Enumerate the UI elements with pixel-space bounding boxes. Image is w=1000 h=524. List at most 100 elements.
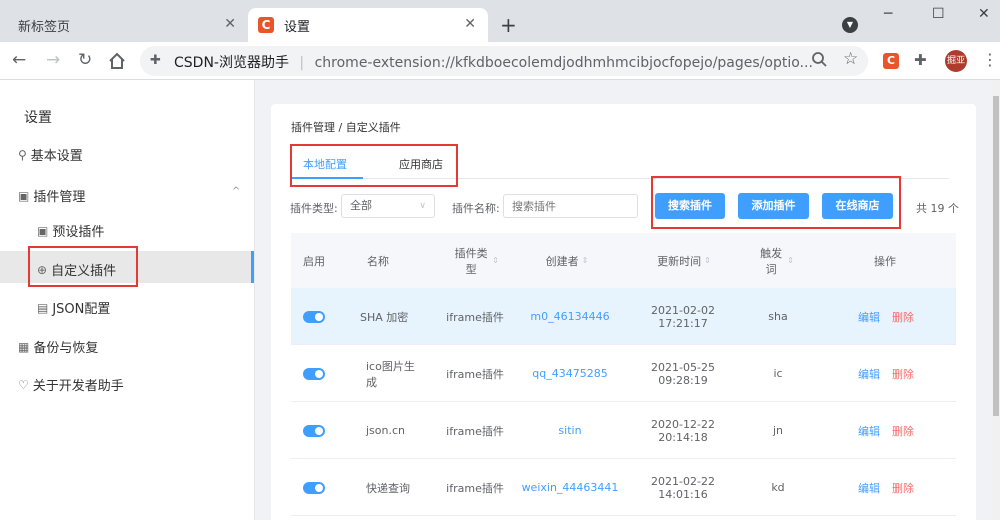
edit-button[interactable]: 编辑 xyxy=(854,459,884,516)
sidebar-item-label: 插件管理 xyxy=(33,190,86,205)
sidebar-item-preset-plugins[interactable]: ▣ 预设插件 xyxy=(37,221,105,241)
plugin-name-search-input[interactable] xyxy=(503,194,638,218)
column-header-actions: 操作 xyxy=(874,254,896,268)
column-label: 更新时间 xyxy=(657,254,702,268)
back-arrow-icon[interactable]: ← xyxy=(12,50,26,70)
reload-icon[interactable]: ↻ xyxy=(78,50,92,70)
row-time: 14:01:16 xyxy=(658,487,708,501)
sort-icon[interactable]: ⇕ xyxy=(787,256,794,265)
box-icon: ▣ xyxy=(37,223,49,238)
csdn-favicon-icon: C xyxy=(258,17,274,33)
csdn-extension-icon[interactable]: C xyxy=(883,53,899,69)
row-type: iframe插件 xyxy=(446,481,504,495)
close-icon[interactable]: ✕ xyxy=(224,16,236,32)
column-label: 创建者 xyxy=(545,254,579,268)
chevron-down-icon: ∨ xyxy=(419,201,426,211)
sort-icon[interactable]: ⇕ xyxy=(582,256,589,265)
row-date: 2021-02-22 xyxy=(651,474,715,488)
window-close-icon[interactable]: ✕ xyxy=(978,6,990,22)
profile-avatar[interactable]: 掘亚 xyxy=(945,50,967,72)
row-trigger: jn xyxy=(772,424,784,437)
sidebar-item-label: 关于开发者助手 xyxy=(32,379,124,394)
sidebar-title: 设置 xyxy=(24,110,52,126)
home-icon[interactable] xyxy=(108,52,126,70)
sidebar-active-indicator xyxy=(251,251,254,283)
plugin-type-select[interactable]: 全部 ∨ xyxy=(341,194,435,218)
column-header-creator[interactable]: 创建者 ⇕ xyxy=(528,233,606,288)
separator: | xyxy=(299,55,305,71)
plugin-name-label: 插件名称: xyxy=(452,202,500,215)
site-name: CSDN-浏览器助手 xyxy=(174,55,289,71)
annotation-box-tabs xyxy=(290,144,458,187)
enable-toggle[interactable] xyxy=(303,310,325,323)
sidebar-item-backup-restore[interactable]: ▦ 备份与恢复 xyxy=(18,337,98,357)
row-trigger: sha xyxy=(768,310,788,323)
row-creator-link[interactable]: sitin xyxy=(520,402,620,459)
row-creator-link[interactable]: weixin_44463441 xyxy=(520,459,620,516)
extension-puzzle-icon: ✚ xyxy=(150,53,161,68)
sidebar-item-json-config[interactable]: ▤ JSON配置 xyxy=(37,298,111,318)
enable-toggle[interactable] xyxy=(303,424,325,437)
column-label: 触发词 xyxy=(760,246,783,276)
column-header-type[interactable]: 插件类型 ⇕ xyxy=(444,233,508,288)
zoom-icon[interactable] xyxy=(811,51,827,67)
forward-arrow-icon[interactable]: → xyxy=(46,50,60,70)
browser-tab-settings[interactable]: C 设置 ✕ xyxy=(248,8,488,42)
row-name: SHA 加密 xyxy=(360,310,409,324)
chevron-up-icon[interactable]: ^ xyxy=(232,186,240,197)
edit-button[interactable]: 编辑 xyxy=(854,288,884,345)
sidebar-item-basic-settings[interactable]: ⚲ 基本设置 xyxy=(18,145,83,165)
search-icon: ⚲ xyxy=(18,147,27,162)
sidebar-item-label: 预设插件 xyxy=(52,225,105,240)
row-date: 2020-12-22 xyxy=(651,417,715,431)
extensions-puzzle-icon[interactable]: ✚ xyxy=(914,51,927,69)
close-icon[interactable]: ✕ xyxy=(464,16,476,32)
more-menu-icon[interactable]: ⋮ xyxy=(982,50,998,69)
bookmark-star-icon[interactable]: ☆ xyxy=(843,49,858,69)
url-text: chrome-extension://kfkdboecolemdjodhmhmc… xyxy=(314,55,813,71)
sidebar-item-plugin-management[interactable]: ▣ 插件管理 xyxy=(18,186,86,206)
maximize-icon[interactable]: ☐ xyxy=(932,6,945,22)
delete-button[interactable]: 删除 xyxy=(888,288,918,345)
edit-button[interactable]: 编辑 xyxy=(854,402,884,459)
tab-label: 新标签页 xyxy=(18,19,71,35)
row-toggle-cell xyxy=(291,288,337,345)
row-name: json.cn xyxy=(366,424,406,437)
new-tab-plus-icon[interactable]: + xyxy=(500,13,517,37)
column-label: 插件类型 xyxy=(454,246,488,276)
delete-button[interactable]: 删除 xyxy=(888,459,918,516)
row-name: ico图片生成 xyxy=(366,359,415,389)
row-updated: 2021-05-25 09:28:19 xyxy=(640,345,726,402)
enable-toggle[interactable] xyxy=(303,481,325,494)
row-time: 20:14:18 xyxy=(658,430,708,444)
annotation-box-buttons xyxy=(651,176,901,229)
tab-search-chevron-icon[interactable]: ▼ xyxy=(842,17,858,33)
box-icon: ▣ xyxy=(18,188,30,203)
row-toggle-cell xyxy=(291,402,337,459)
tab-label: 设置 xyxy=(284,19,311,35)
edit-button[interactable]: 编辑 xyxy=(854,345,884,402)
column-header-trigger[interactable]: 触发词 ⇕ xyxy=(748,233,804,288)
sidebar-item-label: JSON配置 xyxy=(52,302,111,317)
delete-button[interactable]: 删除 xyxy=(888,345,918,402)
row-type: iframe插件 xyxy=(446,367,504,381)
backup-icon: ▦ xyxy=(18,339,30,354)
delete-button[interactable]: 删除 xyxy=(888,402,918,459)
browser-tab-new-tab[interactable]: 新标签页 ✕ xyxy=(8,8,248,42)
column-header-updated[interactable]: 更新时间 ⇕ xyxy=(646,233,722,288)
sort-icon[interactable]: ⇕ xyxy=(704,256,711,265)
omnibox-text: CSDN-浏览器助手 | chrome-extension://kfkdboec… xyxy=(174,52,813,72)
minimize-icon[interactable]: ─ xyxy=(884,6,892,22)
bulb-icon: ♡ xyxy=(18,377,29,392)
scrollbar-thumb[interactable] xyxy=(993,96,999,416)
row-type: iframe插件 xyxy=(446,310,504,324)
enable-toggle[interactable] xyxy=(303,367,325,380)
annotation-box-custom-plugin xyxy=(28,246,138,287)
sort-icon[interactable]: ⇕ xyxy=(492,256,499,265)
row-time: 09:28:19 xyxy=(658,373,708,387)
sidebar-item-about[interactable]: ♡ 关于开发者助手 xyxy=(18,375,124,395)
row-name: 快递查询 xyxy=(366,481,410,495)
row-creator-link[interactable]: m0_46134446 xyxy=(520,288,620,345)
row-creator-link[interactable]: qq_43475285 xyxy=(520,345,620,402)
row-toggle-cell xyxy=(291,345,337,402)
